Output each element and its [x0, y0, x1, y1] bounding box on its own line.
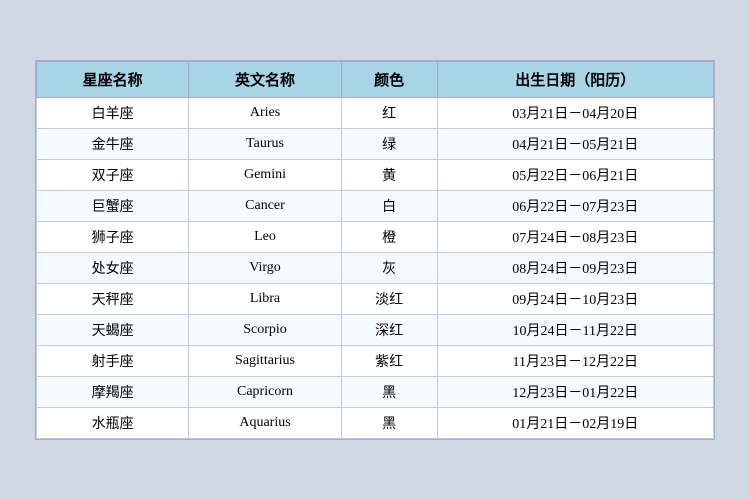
cell-color: 黑 [341, 377, 437, 408]
cell-color: 绿 [341, 129, 437, 160]
cell-english-name: Gemini [189, 160, 341, 191]
cell-chinese-name: 天蝎座 [37, 315, 189, 346]
cell-english-name: Scorpio [189, 315, 341, 346]
header-color: 颜色 [341, 62, 437, 98]
header-chinese-name: 星座名称 [37, 62, 189, 98]
table-row: 天秤座Libra淡红09月24日－10月23日 [37, 284, 714, 315]
table-row: 狮子座Leo橙07月24日－08月23日 [37, 222, 714, 253]
table-row: 双子座Gemini黄05月22日－06月21日 [37, 160, 714, 191]
cell-chinese-name: 双子座 [37, 160, 189, 191]
cell-color: 红 [341, 98, 437, 129]
cell-dates: 03月21日－04月20日 [437, 98, 713, 129]
header-dates: 出生日期（阳历） [437, 62, 713, 98]
cell-dates: 12月23日－01月22日 [437, 377, 713, 408]
cell-english-name: Virgo [189, 253, 341, 284]
table-row: 天蝎座Scorpio深红10月24日－11月22日 [37, 315, 714, 346]
cell-color: 淡红 [341, 284, 437, 315]
table-row: 水瓶座Aquarius黑01月21日－02月19日 [37, 408, 714, 439]
table-row: 射手座Sagittarius紫红11月23日－12月22日 [37, 346, 714, 377]
cell-english-name: Sagittarius [189, 346, 341, 377]
cell-dates: 11月23日－12月22日 [437, 346, 713, 377]
cell-color: 黄 [341, 160, 437, 191]
cell-chinese-name: 摩羯座 [37, 377, 189, 408]
table-row: 白羊座Aries红03月21日－04月20日 [37, 98, 714, 129]
cell-color: 灰 [341, 253, 437, 284]
cell-chinese-name: 天秤座 [37, 284, 189, 315]
cell-english-name: Aquarius [189, 408, 341, 439]
cell-dates: 09月24日－10月23日 [437, 284, 713, 315]
table-body: 白羊座Aries红03月21日－04月20日金牛座Taurus绿04月21日－0… [37, 98, 714, 439]
cell-chinese-name: 射手座 [37, 346, 189, 377]
cell-english-name: Taurus [189, 129, 341, 160]
cell-dates: 01月21日－02月19日 [437, 408, 713, 439]
cell-english-name: Leo [189, 222, 341, 253]
cell-color: 白 [341, 191, 437, 222]
cell-color: 橙 [341, 222, 437, 253]
cell-dates: 04月21日－05月21日 [437, 129, 713, 160]
cell-english-name: Capricorn [189, 377, 341, 408]
cell-chinese-name: 金牛座 [37, 129, 189, 160]
cell-chinese-name: 水瓶座 [37, 408, 189, 439]
cell-chinese-name: 巨蟹座 [37, 191, 189, 222]
cell-dates: 10月24日－11月22日 [437, 315, 713, 346]
table-row: 巨蟹座Cancer白06月22日－07月23日 [37, 191, 714, 222]
table-row: 摩羯座Capricorn黑12月23日－01月22日 [37, 377, 714, 408]
cell-english-name: Libra [189, 284, 341, 315]
table-row: 处女座Virgo灰08月24日－09月23日 [37, 253, 714, 284]
cell-dates: 06月22日－07月23日 [437, 191, 713, 222]
cell-chinese-name: 白羊座 [37, 98, 189, 129]
cell-dates: 05月22日－06月21日 [437, 160, 713, 191]
table-row: 金牛座Taurus绿04月21日－05月21日 [37, 129, 714, 160]
cell-color: 紫红 [341, 346, 437, 377]
cell-english-name: Cancer [189, 191, 341, 222]
cell-chinese-name: 处女座 [37, 253, 189, 284]
zodiac-table-container: 星座名称 英文名称 颜色 出生日期（阳历） 白羊座Aries红03月21日－04… [35, 60, 715, 440]
cell-color: 深红 [341, 315, 437, 346]
cell-color: 黑 [341, 408, 437, 439]
zodiac-table: 星座名称 英文名称 颜色 出生日期（阳历） 白羊座Aries红03月21日－04… [36, 61, 714, 439]
cell-english-name: Aries [189, 98, 341, 129]
cell-chinese-name: 狮子座 [37, 222, 189, 253]
header-english-name: 英文名称 [189, 62, 341, 98]
cell-dates: 07月24日－08月23日 [437, 222, 713, 253]
cell-dates: 08月24日－09月23日 [437, 253, 713, 284]
table-header-row: 星座名称 英文名称 颜色 出生日期（阳历） [37, 62, 714, 98]
